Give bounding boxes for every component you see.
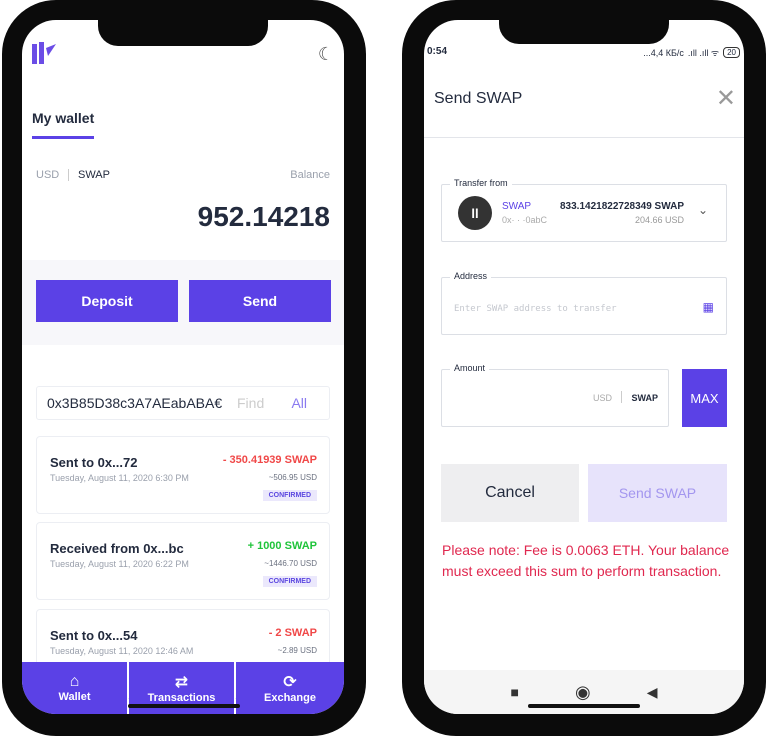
token-logo: ll: [458, 196, 492, 230]
chevron-down-icon[interactable]: ⌄: [698, 203, 708, 217]
find-input[interactable]: Find: [237, 395, 264, 411]
send-button[interactable]: Send: [189, 280, 331, 322]
tx-amount: - 350.41939 SWAP: [222, 454, 317, 466]
tx-amount: - 2 SWAP: [268, 627, 317, 639]
address-input[interactable]: Address Enter SWAP address to transfer ▦: [441, 271, 727, 335]
tx-title: Sent to 0x...54: [50, 628, 138, 643]
tx-date: Tuesday, August 11, 2020 6:22 PM: [50, 559, 189, 569]
notch: [499, 20, 669, 44]
back-icon[interactable]: ◀: [647, 684, 658, 701]
status-badge: CONFIRMED: [262, 576, 317, 587]
nav-exchange[interactable]: ⟳ Exchange: [236, 662, 344, 714]
send-screen: 0:54 ...4,4 КБ/с .ıll .ıll ᯤ 20 Send SWA…: [424, 20, 744, 714]
amount-currency-usd[interactable]: USD: [593, 393, 612, 403]
transfer-from-label: Transfer from: [450, 178, 512, 188]
right-phone: 0:54 ...4,4 КБ/с .ıll .ıll ᯤ 20 Send SWA…: [402, 0, 766, 736]
deposit-button[interactable]: Deposit: [36, 280, 178, 322]
theme-moon-icon[interactable]: ☾: [318, 44, 334, 65]
max-button[interactable]: MAX: [682, 369, 727, 427]
app-logo: [32, 42, 58, 64]
divider: [424, 137, 744, 138]
tx-usd: ~2.89 USD: [277, 646, 317, 655]
tab-underline: [32, 136, 94, 139]
qr-code-icon[interactable]: ▦: [703, 300, 714, 314]
nav-label: Wallet: [58, 691, 91, 703]
signal-icon: .ıll .ıll ᯤ: [687, 48, 720, 58]
home-indicator: [528, 704, 640, 708]
address-placeholder: Enter SWAP address to transfer: [454, 304, 617, 314]
token-usd: 204.66 USD: [634, 215, 684, 225]
tx-amount: + 1000 SWAP: [247, 540, 317, 552]
tx-date: Tuesday, August 11, 2020 6:30 PM: [50, 473, 189, 483]
status-time: 0:54: [427, 46, 448, 57]
balance-value: 952.14218: [197, 201, 330, 232]
tx-usd: ~1446.70 USD: [264, 559, 317, 568]
address-label: Address: [450, 271, 492, 281]
modal-title: Send SWAP: [434, 90, 523, 107]
status-icons: ...4,4 КБ/с .ıll .ıll ᯤ 20: [643, 46, 740, 59]
home-icon[interactable]: ◉: [575, 682, 591, 703]
token-balance: 833.1421822728349 SWAP: [560, 201, 684, 212]
transfer-arrows-icon: ⇄: [174, 674, 189, 691]
left-phone: ☾ My wallet USD SWAP Balance 952.14218 D…: [2, 0, 366, 736]
amount-input[interactable]: Amount USD SWAP: [441, 363, 669, 427]
transfer-from-select[interactable]: Transfer from ll SWAP 0x· · ·0abC 833.14…: [441, 178, 727, 242]
address-field[interactable]: 0x3B85D38c3A7AEabABA€: [47, 395, 227, 411]
nav-label: Transactions: [147, 692, 216, 704]
cancel-button[interactable]: Cancel: [441, 464, 579, 522]
refresh-icon: ⟳: [283, 674, 297, 691]
token-address: 0x· · ·0abC: [502, 215, 548, 225]
transaction-item[interactable]: Sent to 0x...72 Tuesday, August 11, 2020…: [36, 436, 330, 514]
tab-my-wallet[interactable]: My wallet: [32, 110, 94, 126]
nav-label: Exchange: [264, 692, 316, 704]
search-bar: 0x3B85D38c3A7AEabABA€ Find All: [36, 386, 330, 420]
battery-icon: 20: [723, 47, 740, 58]
balance-panel: USD SWAP Balance 952.14218 Deposit Send: [22, 145, 344, 345]
currency-swap[interactable]: SWAP: [78, 169, 110, 181]
tx-usd: ~506.95 USD: [268, 473, 317, 482]
status-badge: CONFIRMED: [262, 490, 317, 501]
wallet-screen: ☾ My wallet USD SWAP Balance 952.14218 D…: [22, 20, 344, 714]
amount-label: Amount: [450, 363, 490, 373]
notch: [98, 20, 268, 46]
home-indicator: [128, 704, 240, 708]
fee-note: Please note: Fee is 0.0063 ETH. Your bal…: [442, 542, 730, 579]
send-swap-button[interactable]: Send SWAP: [588, 464, 727, 522]
close-icon[interactable]: ✕: [716, 84, 736, 113]
transaction-item[interactable]: Received from 0x...bc Tuesday, August 11…: [36, 522, 330, 600]
currency-usd[interactable]: USD: [36, 169, 59, 181]
recents-icon[interactable]: ■: [511, 684, 519, 700]
filter-all[interactable]: All: [291, 395, 307, 411]
tx-title: Sent to 0x...72: [50, 455, 138, 470]
nav-wallet[interactable]: ⌂ Wallet: [22, 662, 128, 714]
home-icon: ⌂: [69, 673, 80, 690]
network-speed: ...4,4 КБ/с: [643, 47, 684, 58]
balance-label: Balance: [290, 169, 330, 181]
tx-date: Tuesday, August 11, 2020 12:46 AM: [50, 646, 194, 656]
amount-currency-swap[interactable]: SWAP: [631, 393, 658, 403]
token-name: SWAP: [502, 201, 532, 212]
tx-title: Received from 0x...bc: [50, 541, 184, 556]
